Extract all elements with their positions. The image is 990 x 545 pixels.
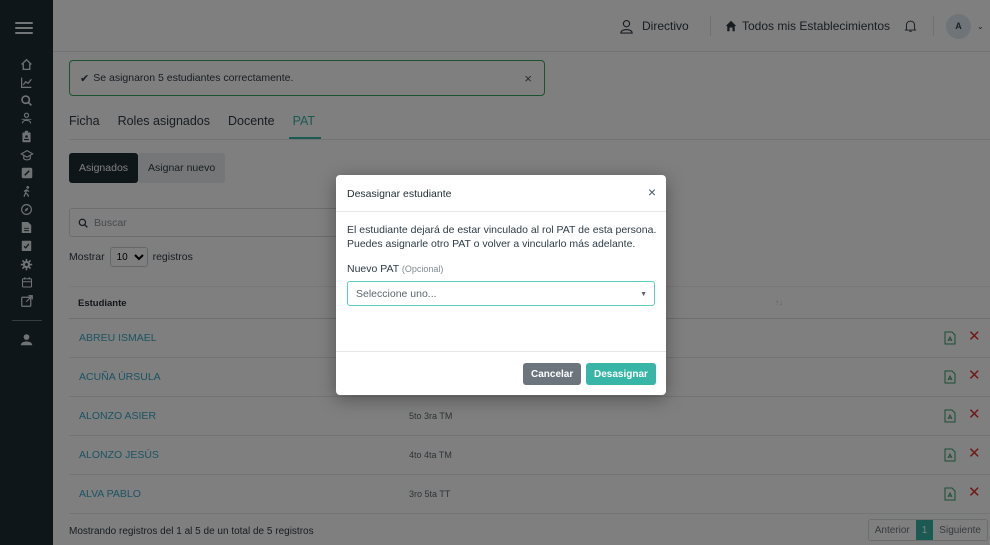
modal-text-1: El estudiante dejará de estar vinculado … xyxy=(347,224,657,236)
select-placeholder: Seleccione uno... xyxy=(356,287,437,300)
new-pat-label-text: Nuevo PAT xyxy=(347,263,399,275)
new-pat-select[interactable]: Seleccione uno... ▼ xyxy=(347,281,655,306)
modal-footer: Cancelar Desasignar xyxy=(336,351,666,395)
close-icon[interactable]: × xyxy=(648,185,656,199)
unassign-button[interactable]: Desasignar xyxy=(586,363,656,385)
modal-body: El estudiante dejará de estar vinculado … xyxy=(347,223,657,306)
modal-header: Desasignar estudiante × xyxy=(336,175,666,212)
modal-text-2: Puedes asignarle otro PAT o volver a vin… xyxy=(347,238,636,250)
modal-title: Desasignar estudiante xyxy=(347,188,452,200)
optional-hint: (Opcional) xyxy=(401,264,444,274)
unassign-modal: Desasignar estudiante × El estudiante de… xyxy=(336,175,666,395)
new-pat-label: Nuevo PAT (Opcional) xyxy=(347,263,657,275)
cancel-button[interactable]: Cancelar xyxy=(523,363,582,385)
chevron-down-icon: ▼ xyxy=(640,291,647,298)
